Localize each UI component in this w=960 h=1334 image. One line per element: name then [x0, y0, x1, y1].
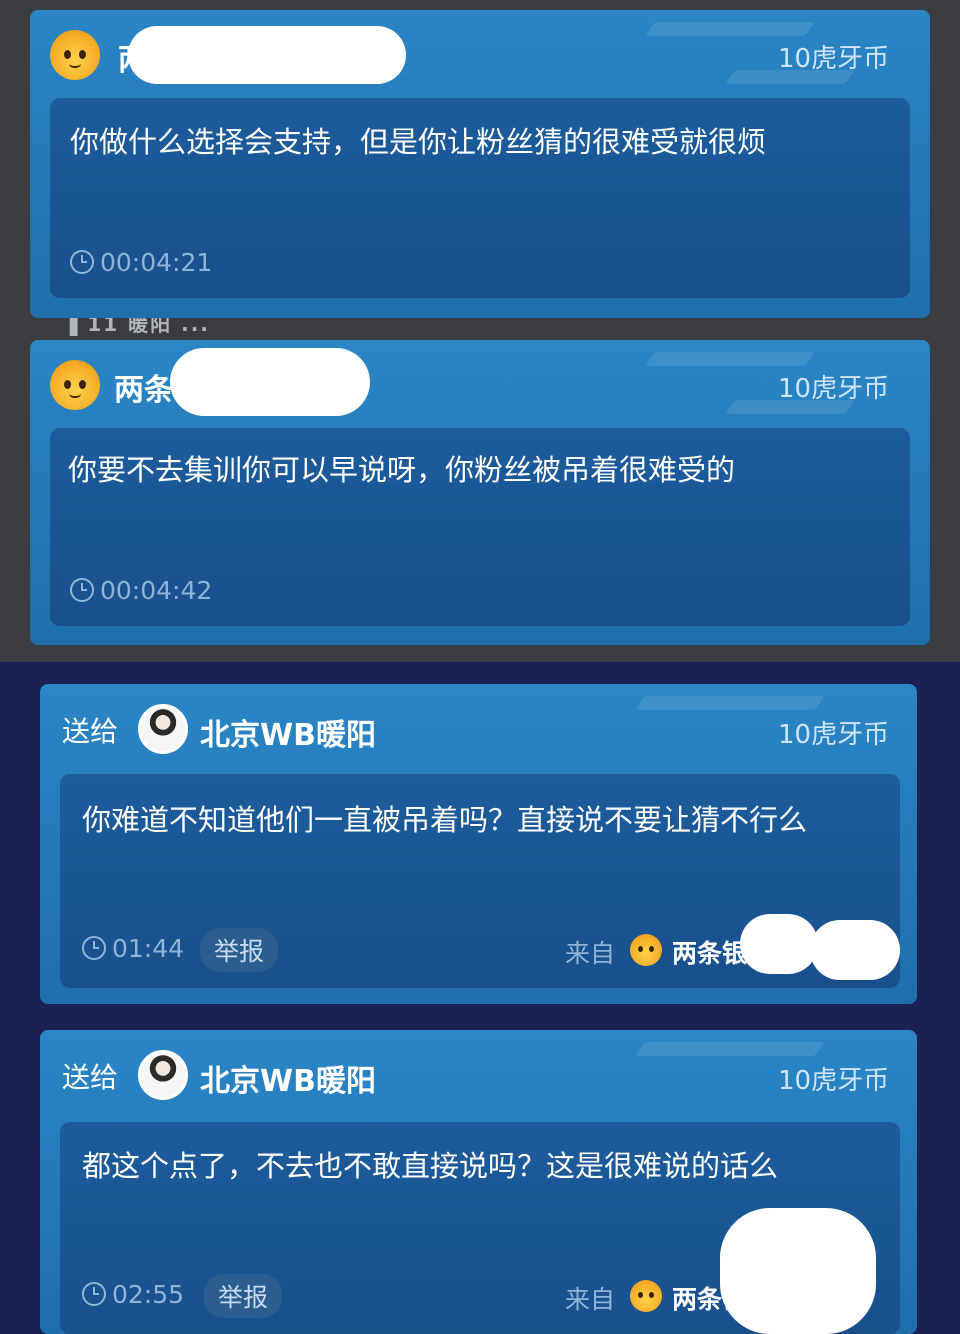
coin-amount: 10虎牙币	[778, 720, 890, 750]
timestamp: 00:04:21	[70, 248, 212, 277]
clock-icon	[70, 250, 94, 274]
redaction-blob	[720, 1208, 876, 1334]
message-text: 都这个点了，不去也不敢直接说吗？这是很难说的话么	[82, 1149, 779, 1183]
timestamp: 00:04:42	[70, 576, 212, 605]
send-to-label: 送给	[62, 1061, 119, 1094]
report-button[interactable]: 举报	[204, 1274, 283, 1318]
from-name[interactable]: 两条银	[672, 934, 747, 970]
gift-card-4: 送给 北京WB暖阳 10虎牙币 都这个点了，不去也不敢直接说吗？这是很难说的话么…	[40, 1030, 917, 1334]
timestamp-text: 01:44	[112, 934, 185, 963]
timestamp-text: 02:55	[112, 1280, 185, 1309]
recipient-name[interactable]: 北京WB暖阳	[200, 1056, 376, 1100]
timestamp-text: 00:04:42	[100, 576, 213, 605]
timestamp: 02:55	[82, 1280, 184, 1309]
coin-amount: 10虎牙币	[778, 44, 890, 74]
clock-icon	[82, 1282, 106, 1306]
recipient-name[interactable]: 北京WB暖阳	[200, 710, 376, 754]
background-chat-strip: ▌11 暖阳 ...	[30, 316, 930, 340]
redaction-blob	[810, 920, 900, 980]
sender-avatar[interactable]	[50, 360, 100, 410]
send-to-label: 送给	[62, 715, 119, 748]
recipient-avatar[interactable]	[138, 704, 188, 754]
message-box: 你做什么选择会支持，但是你让粉丝猜的很难受就很烦 00:04:21	[50, 98, 910, 298]
message-text: 你要不去集训你可以早说呀，你粉丝被吊着很难受的	[68, 453, 736, 487]
strip-text: ▌11 暖阳 ...	[70, 316, 210, 336]
redaction-blob	[740, 914, 818, 974]
from-avatar[interactable]	[630, 1280, 662, 1312]
timestamp-text: 00:04:21	[100, 248, 213, 277]
gift-card-1: 两条银 10虎牙币 你做什么选择会支持，但是你让粉丝猜的很难受就很烦 00:04…	[30, 10, 930, 318]
from-avatar[interactable]	[630, 934, 662, 966]
timestamp: 01:44	[82, 934, 184, 963]
sender-avatar[interactable]	[50, 30, 100, 80]
coin-amount: 10虎牙币	[778, 1066, 890, 1096]
message-text: 你难道不知道他们一直被吊着吗？直接说不要让猜不行么	[82, 803, 808, 837]
clock-icon	[82, 936, 106, 960]
message-box: 你要不去集训你可以早说呀，你粉丝被吊着很难受的 00:04:42	[50, 428, 910, 626]
redaction-blob	[128, 26, 406, 84]
gift-card-3: 送给 北京WB暖阳 10虎牙币 你难道不知道他们一直被吊着吗？直接说不要让猜不行…	[40, 684, 917, 1004]
report-button[interactable]: 举报	[200, 928, 279, 972]
from-label: 来自	[565, 1285, 616, 1314]
gift-card-2: 两条银 10虎牙币 你要不去集训你可以早说呀，你粉丝被吊着很难受的 00:04:…	[30, 340, 930, 645]
recipient-avatar[interactable]	[138, 1050, 188, 1100]
message-text: 你做什么选择会支持，但是你让粉丝猜的很难受就很烦	[70, 125, 767, 159]
from-label: 来自	[565, 939, 616, 968]
clock-icon	[70, 578, 94, 602]
redaction-blob	[170, 348, 370, 416]
coin-amount: 10虎牙币	[778, 374, 890, 404]
